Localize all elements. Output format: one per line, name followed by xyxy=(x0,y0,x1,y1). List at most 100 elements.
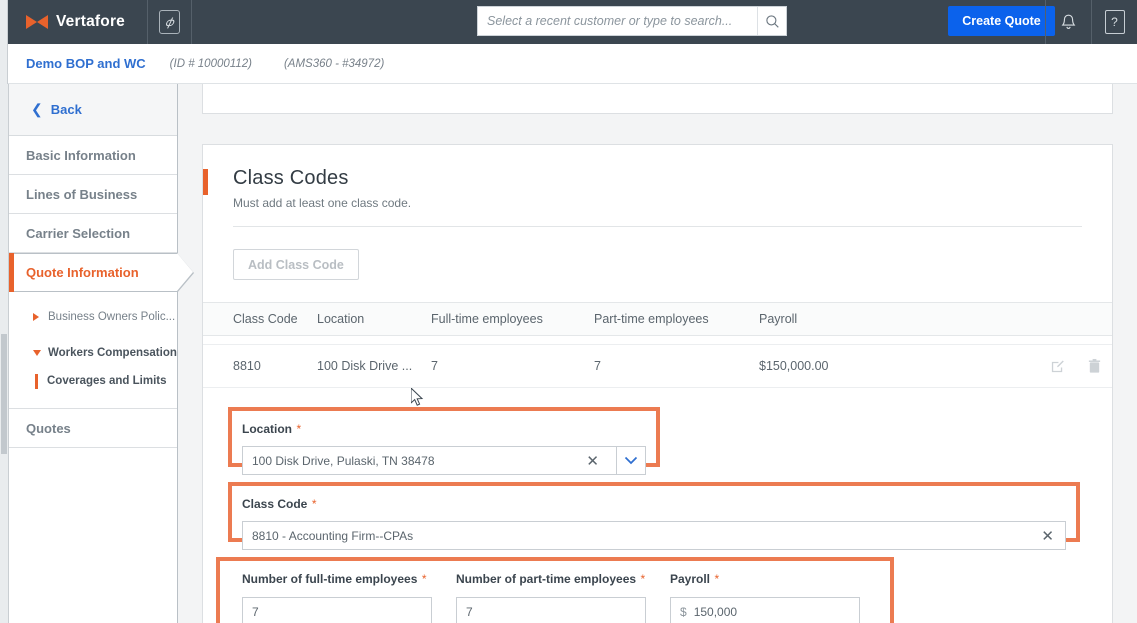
payroll-field-label: Payroll xyxy=(670,572,711,586)
class-code-input[interactable]: 8810 - Accounting Firm--CPAs ✕ xyxy=(242,521,1066,550)
sidebar-subitem-label: Workers Compensation xyxy=(48,347,177,359)
main-content: 321 Main Street, Pulaskit, TN 38478 xyxy=(178,84,1137,623)
window-left-edge xyxy=(0,0,8,44)
sidebar-item-label: Quotes xyxy=(26,420,71,436)
sidebar-item-quotes[interactable]: Quotes xyxy=(9,409,177,448)
breadcrumb-ams-id: (AMS360 - #34972) xyxy=(283,57,385,70)
required-asterisk: * xyxy=(640,572,646,586)
location-field: Location * 100 Disk Drive, Pulaski, TN 3… xyxy=(242,420,646,475)
sidebar-item-lines-of-business[interactable]: Lines of Business xyxy=(9,175,177,214)
sidebar-subitem-label: Coverages and Limits xyxy=(47,375,167,387)
cell-full-time: 7 xyxy=(431,359,438,373)
breadcrumb: Demo BOP and WC (ID # 10000112) (AMS360 … xyxy=(0,43,1137,84)
location-input-value: 100 Disk Drive, Pulaski, TN 38478 xyxy=(252,453,435,468)
breadcrumb-customer-link[interactable]: Demo BOP and WC xyxy=(26,56,146,71)
sidebar-subitem-business-owners-policy[interactable]: Business Owners Polic... xyxy=(9,304,177,330)
class-codes-subtitle: Must add at least one class code. xyxy=(233,196,412,210)
payroll-input-value: 150,000 xyxy=(693,604,738,619)
required-asterisk: * xyxy=(311,497,317,511)
required-asterisk: * xyxy=(714,572,720,586)
payroll-input[interactable]: $ 150,000 xyxy=(670,597,860,623)
class-codes-header: Class Codes Must add at least one class … xyxy=(203,167,1112,210)
sidebar-item-label: Basic Information xyxy=(26,147,136,163)
sidebar-back-button[interactable]: ❮ Back xyxy=(9,84,177,136)
cell-location: 100 Disk Drive ... xyxy=(317,359,413,373)
caret-right-icon xyxy=(33,313,39,321)
location-input[interactable]: 100 Disk Drive, Pulaski, TN 38478 ✕ xyxy=(242,446,646,475)
sidebar-subitem-label: Business Owners Polic... xyxy=(48,311,176,323)
caret-down-icon xyxy=(33,350,41,356)
brand-logo[interactable]: Vertafore xyxy=(8,0,148,44)
page-scrollbar[interactable] xyxy=(0,84,9,623)
column-header-payroll: Payroll xyxy=(759,312,798,326)
column-header-part-time: Part-time employees xyxy=(594,312,709,326)
vertafore-logo-icon xyxy=(26,14,48,30)
payroll-label-row: Payroll * xyxy=(670,570,860,588)
lightning-bolt-button[interactable]: 𝜙 xyxy=(148,0,192,44)
part-time-field-label: Number of part-time employees xyxy=(456,572,637,586)
required-asterisk: * xyxy=(296,422,302,436)
search-button[interactable] xyxy=(757,7,786,35)
window-left-edge-lower xyxy=(0,43,8,84)
brand-name: Vertafore xyxy=(56,13,125,30)
class-code-field-label-row: Class Code * xyxy=(242,495,1066,513)
search-input[interactable] xyxy=(478,7,757,35)
full-time-employees-field: Number of full-time employees * 7 xyxy=(242,570,432,623)
add-class-code-button[interactable]: Add Class Code xyxy=(233,249,359,280)
lightning-bolt-icon: 𝜙 xyxy=(159,10,180,34)
mouse-cursor xyxy=(411,388,424,406)
part-time-input[interactable]: 7 xyxy=(456,597,646,623)
part-time-input-value: 7 xyxy=(466,604,473,619)
global-search[interactable] xyxy=(477,6,787,36)
table-row[interactable]: 8810 100 Disk Drive ... 7 7 $150,000.00 xyxy=(203,344,1112,388)
close-x-icon[interactable]: ✕ xyxy=(1041,527,1054,545)
full-time-label-row: Number of full-time employees * xyxy=(242,570,432,588)
cell-class-code: 8810 xyxy=(233,359,261,373)
active-marker-icon xyxy=(35,373,38,389)
required-asterisk: * xyxy=(421,572,427,586)
cell-part-time: 7 xyxy=(594,359,601,373)
bell-icon xyxy=(1061,14,1076,29)
sidebar-subitem-coverages-and-limits[interactable]: Coverages and Limits xyxy=(9,368,177,394)
page-scrollbar-thumb[interactable] xyxy=(1,334,7,454)
sidebar-item-label: Carrier Selection xyxy=(26,225,131,241)
locations-card: 321 Main Street, Pulaskit, TN 38478 xyxy=(202,84,1113,114)
sidebar-item-carrier-selection[interactable]: Carrier Selection xyxy=(9,214,177,253)
question-mark-icon: ? xyxy=(1104,10,1125,34)
topbar-right-actions: ? xyxy=(1045,0,1137,44)
class-codes-card: Class Codes Must add at least one class … xyxy=(202,144,1113,623)
section-accent-bar xyxy=(203,169,208,195)
sidebar-item-quote-information[interactable]: Quote Information xyxy=(9,253,194,293)
sidebar-item-label: Quote Information xyxy=(26,265,139,280)
edit-pencil-icon xyxy=(1051,360,1064,372)
application-window: Vertafore 𝜙 Create Quote xyxy=(0,0,1137,623)
sidebar-subitem-workers-compensation[interactable]: Workers Compensation xyxy=(9,340,177,366)
class-code-form: Location * 100 Disk Drive, Pulaski, TN 3… xyxy=(203,388,1112,623)
help-button[interactable]: ? xyxy=(1091,0,1137,44)
part-time-employees-field: Number of part-time employees * 7 xyxy=(456,570,646,623)
sidebar-item-basic-information[interactable]: Basic Information xyxy=(9,136,177,175)
location-field-label-row: Location * xyxy=(242,420,646,438)
class-code-input-value: 8810 - Accounting Firm--CPAs xyxy=(252,528,414,543)
class-codes-title: Class Codes xyxy=(233,167,349,189)
create-quote-button[interactable]: Create Quote xyxy=(948,6,1055,36)
part-time-label-row: Number of part-time employees * xyxy=(456,570,646,588)
close-x-icon[interactable]: ✕ xyxy=(586,452,599,470)
top-navigation-bar: Vertafore 𝜙 Create Quote xyxy=(0,0,1137,44)
trash-icon xyxy=(1088,358,1101,373)
payroll-field: Payroll * $ 150,000 xyxy=(670,570,860,623)
full-time-field-label: Number of full-time employees xyxy=(242,572,418,586)
table-header-row: Class Code Location Full-time employees … xyxy=(203,302,1112,336)
sidebar-item-label: Lines of Business xyxy=(26,186,138,202)
active-pointer-icon xyxy=(177,253,193,291)
table-row-actions xyxy=(1050,358,1102,374)
full-time-input-value: 7 xyxy=(252,604,259,619)
full-time-input[interactable]: 7 xyxy=(242,597,432,623)
back-label: Back xyxy=(50,102,82,117)
location-dropdown-toggle[interactable] xyxy=(616,446,645,475)
cell-payroll: $150,000.00 xyxy=(759,359,829,373)
class-codes-table: Class Code Location Full-time employees … xyxy=(203,302,1112,388)
column-header-full-time: Full-time employees xyxy=(431,312,543,326)
notifications-button[interactable] xyxy=(1045,0,1091,44)
sidebar-subnav: Business Owners Polic... Workers Compens… xyxy=(9,292,177,409)
